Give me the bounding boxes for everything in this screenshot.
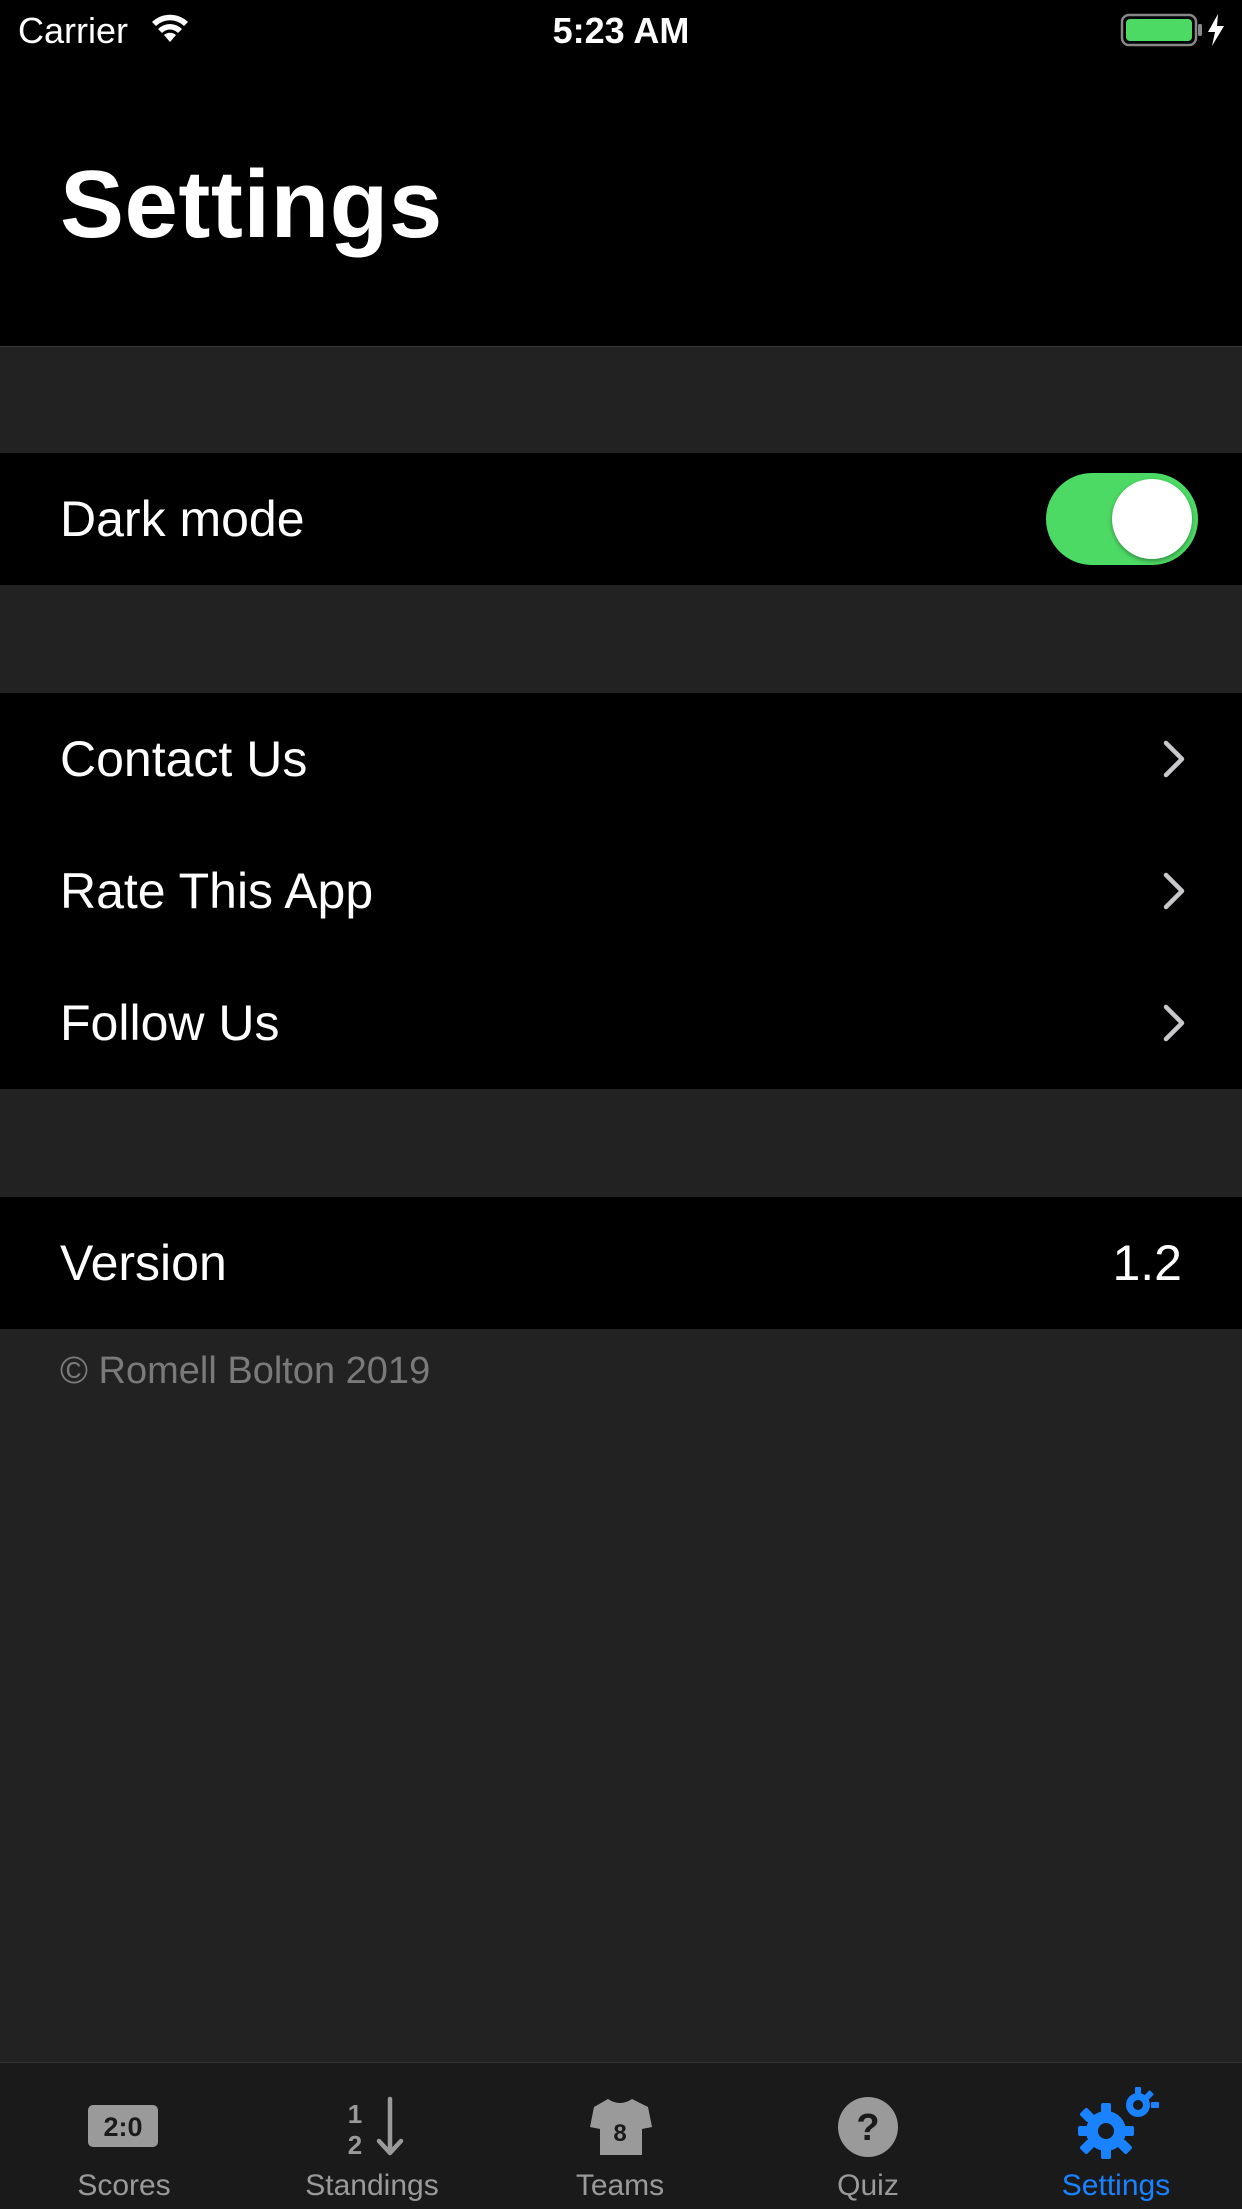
- svg-text:2:0: 2:0: [103, 2112, 142, 2142]
- contact-us-label: Contact Us: [60, 731, 308, 787]
- toggle-knob: [1112, 479, 1192, 559]
- tab-label: Scores: [77, 2169, 171, 2202]
- version-label: Version: [60, 1235, 227, 1291]
- standings-sort-icon: 1 2: [248, 2083, 496, 2163]
- tab-teams[interactable]: 8 Teams: [496, 2063, 744, 2209]
- svg-text:1: 1: [348, 2099, 362, 2129]
- scoreboard-icon: 2:0: [0, 2083, 248, 2163]
- dark-mode-label: Dark mode: [60, 491, 305, 547]
- gears-icon: [992, 2083, 1240, 2163]
- rate-this-app-cell[interactable]: Rate This App: [0, 825, 1242, 957]
- follow-us-label: Follow Us: [60, 995, 280, 1051]
- copyright-note: © Romell Bolton 2019: [60, 1350, 431, 1392]
- tab-bar: 2:0 Scores 1 2 Standings 8 Teams ? Quiz …: [0, 2062, 1242, 2209]
- tab-quiz[interactable]: ? Quiz: [744, 2063, 992, 2209]
- status-bar: Carrier 5:23 AM: [0, 0, 1242, 60]
- version-value: 1.2: [1112, 1235, 1182, 1291]
- svg-text:8: 8: [613, 2120, 626, 2147]
- jersey-icon: 8: [496, 2083, 744, 2163]
- chevron-right-icon: [1160, 739, 1188, 784]
- tab-label: Settings: [1061, 2169, 1171, 2202]
- contact-us-cell[interactable]: Contact Us: [0, 693, 1242, 825]
- chevron-right-icon: [1160, 871, 1188, 916]
- tab-label: Standings: [305, 2169, 439, 2202]
- version-cell: Version 1.2: [0, 1197, 1242, 1329]
- tab-standings[interactable]: 1 2 Standings: [248, 2063, 496, 2209]
- svg-text:?: ?: [856, 2107, 879, 2149]
- svg-text:2: 2: [348, 2130, 362, 2160]
- question-icon: ?: [744, 2083, 992, 2163]
- chevron-right-icon: [1160, 1003, 1188, 1048]
- battery-icon: [1120, 12, 1230, 53]
- rate-this-app-label: Rate This App: [60, 863, 374, 919]
- dark-mode-cell: Dark mode: [0, 453, 1242, 585]
- tab-scores[interactable]: 2:0 Scores: [0, 2063, 248, 2209]
- tab-label: Teams: [575, 2169, 665, 2202]
- clock: 5:23 AM: [552, 10, 690, 51]
- page-title: Settings: [60, 151, 443, 258]
- tab-settings[interactable]: Settings: [992, 2063, 1240, 2209]
- dark-mode-toggle[interactable]: [1046, 473, 1198, 565]
- tab-label: Quiz: [837, 2169, 899, 2202]
- follow-us-cell[interactable]: Follow Us: [0, 957, 1242, 1089]
